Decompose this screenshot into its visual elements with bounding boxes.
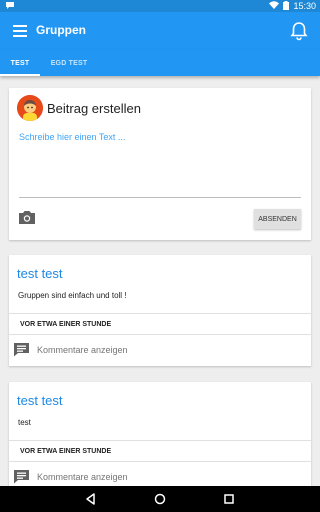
post-timestamp: VOR ETWA EINER STUNDE [20, 448, 112, 455]
show-comments-label: Kommentare anzeigen [37, 345, 128, 355]
camera-icon[interactable] [18, 209, 36, 225]
tab-indicator [0, 74, 40, 76]
post-composer-card: Beitrag erstellen ABSENDEN [9, 88, 311, 240]
recents-icon[interactable] [222, 492, 236, 506]
wifi-icon [269, 1, 280, 11]
notification-icon [5, 1, 15, 12]
status-bar: 15:30 [0, 0, 320, 12]
tab-test[interactable]: TEST [0, 50, 40, 76]
page-title: Gruppen [36, 23, 86, 37]
tab-bar: TEST EGD TEST [0, 50, 320, 76]
comment-icon [13, 469, 30, 484]
composer-title: Beitrag erstellen [47, 101, 141, 116]
post-timestamp: VOR ETWA EINER STUNDE [20, 321, 112, 328]
post-timestamp-row: VOR ETWA EINER STUNDE [9, 313, 311, 335]
bell-icon[interactable] [290, 21, 308, 41]
post-text: test [18, 418, 31, 427]
post-card: test test Gruppen sind einfach und toll … [9, 255, 311, 366]
comment-icon [13, 342, 30, 357]
post-title[interactable]: test test [17, 393, 63, 408]
show-comments-label: Kommentare anzeigen [37, 472, 128, 482]
post-timestamp-row: VOR ETWA EINER STUNDE [9, 440, 311, 462]
post-card: test test test VOR ETWA EINER STUNDE Kom… [9, 382, 311, 493]
post-text: Gruppen sind einfach und toll ! [18, 291, 127, 300]
tab-egd-test[interactable]: EGD TEST [40, 50, 98, 76]
status-time: 15:30 [293, 1, 316, 11]
battery-icon [283, 0, 290, 12]
avatar [17, 95, 43, 121]
send-button[interactable]: ABSENDEN [254, 209, 301, 229]
post-title[interactable]: test test [17, 266, 63, 281]
show-comments-button[interactable]: Kommentare anzeigen [9, 335, 311, 363]
system-nav-bar [0, 486, 320, 512]
back-icon[interactable] [84, 492, 98, 506]
menu-icon[interactable] [13, 25, 27, 37]
post-text-input[interactable] [19, 128, 301, 198]
app-bar: Gruppen [0, 12, 320, 50]
home-icon[interactable] [153, 492, 167, 506]
